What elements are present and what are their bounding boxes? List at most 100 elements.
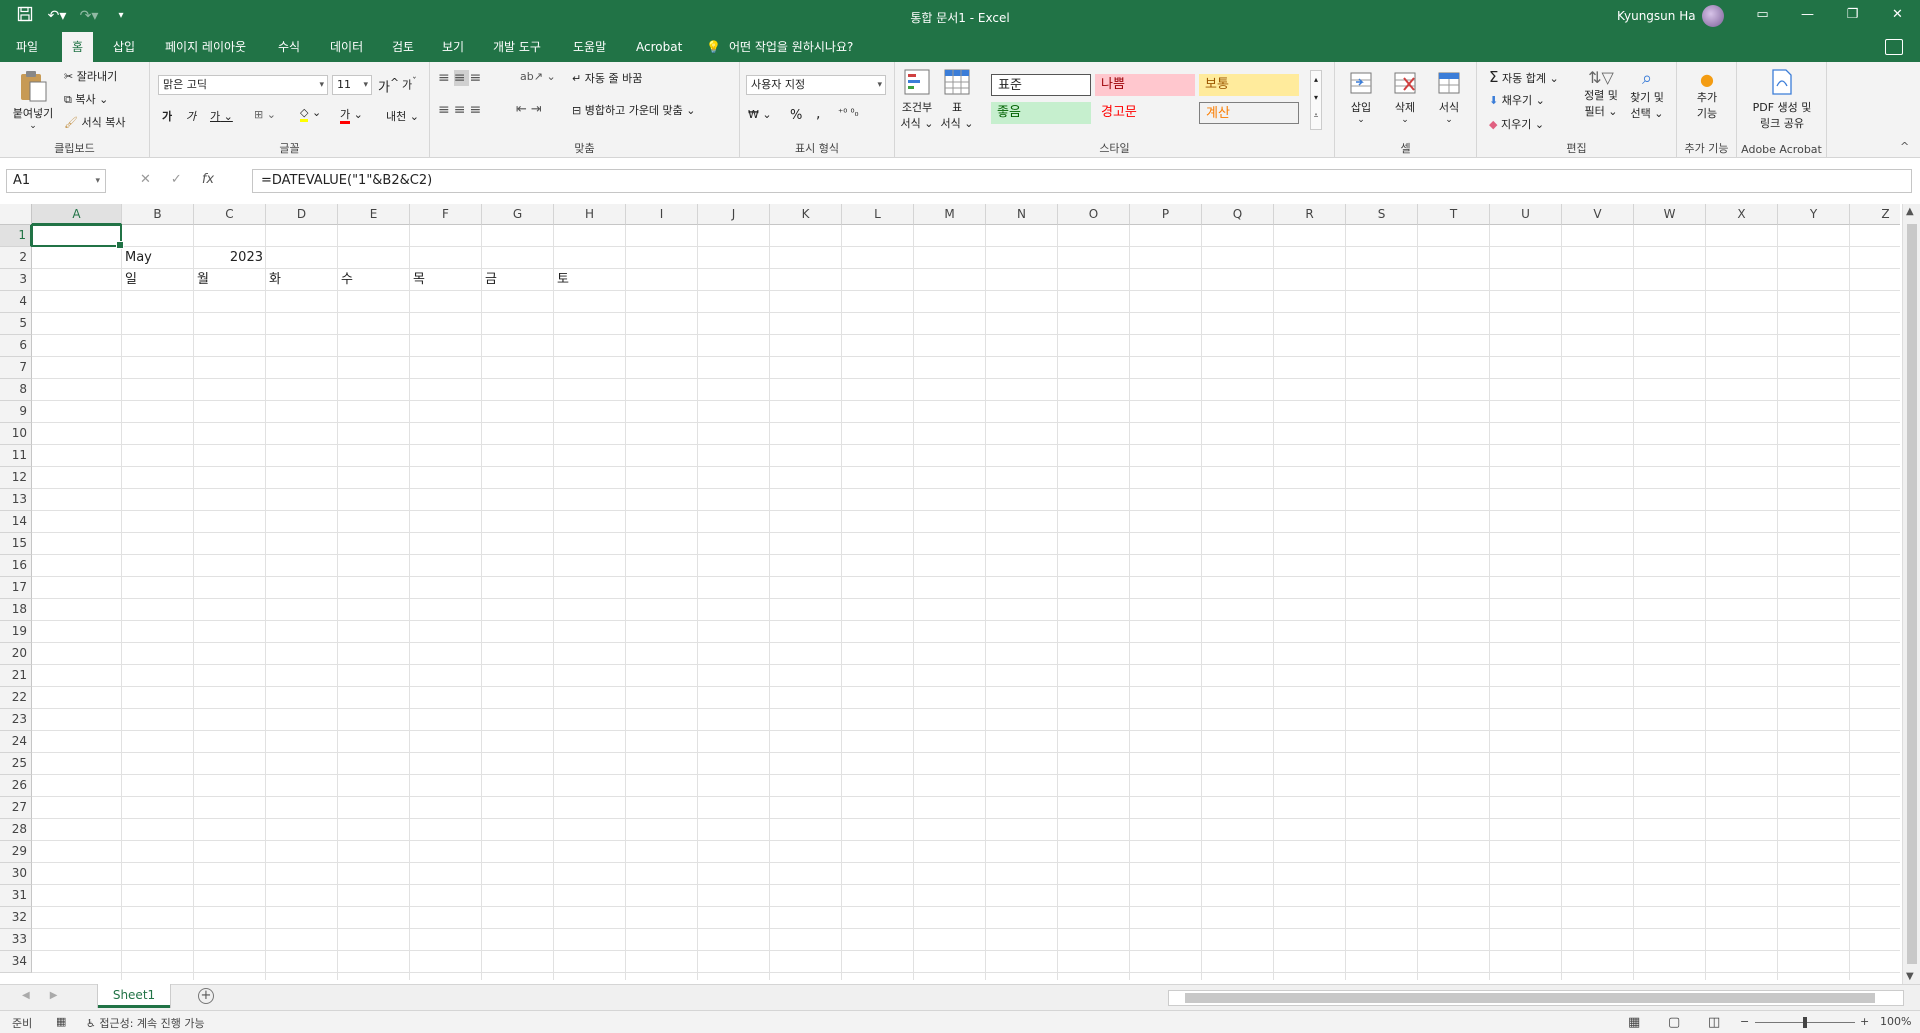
row-header[interactable]: 27 <box>0 797 32 819</box>
active-cell-selection[interactable] <box>31 224 124 249</box>
create-pdf-button[interactable]: PDF 생성 및 링크 공유 <box>1741 68 1823 131</box>
sort-filter-button[interactable]: ⇅▽ 정렬 및 필터 ⌄ <box>1581 68 1621 119</box>
tab-help[interactable]: 도움말 <box>563 32 616 62</box>
row-header[interactable]: 22 <box>0 687 32 709</box>
row-header[interactable]: 15 <box>0 533 32 555</box>
insert-function-icon[interactable]: fx <box>202 172 214 187</box>
row-header[interactable]: 17 <box>0 577 32 599</box>
column-header[interactable]: T <box>1418 204 1490 225</box>
row-header[interactable]: 6 <box>0 335 32 357</box>
font-color-button[interactable]: 가 ⌄ <box>340 106 363 124</box>
phonetic-button[interactable]: 내천 ⌄ <box>386 108 419 124</box>
fill-color-button[interactable]: ◇ ⌄ <box>300 106 321 122</box>
row-header[interactable]: 32 <box>0 907 32 929</box>
select-all-corner[interactable] <box>0 204 32 225</box>
zoom-slider[interactable] <box>1755 1017 1855 1028</box>
paste-button[interactable]: 붙여넣기 ⌄ <box>8 70 58 131</box>
cell-b2[interactable]: May <box>122 247 194 269</box>
copy-button[interactable]: ⧉ 복사 ⌄ <box>64 91 108 107</box>
sheet-nav-arrows[interactable]: ◀▶ <box>22 990 77 1001</box>
column-header[interactable]: E <box>338 204 410 225</box>
percent-button[interactable]: % <box>790 108 802 123</box>
tab-formulas[interactable]: 수식 <box>268 32 310 62</box>
addins-button[interactable]: ● 추가 기능 <box>1685 70 1729 121</box>
tell-me-search[interactable]: 💡 어떤 작업을 원하시나요? <box>706 32 853 62</box>
column-header[interactable]: X <box>1706 204 1778 225</box>
row-header[interactable]: 9 <box>0 401 32 423</box>
column-header[interactable]: Q <box>1202 204 1274 225</box>
row-header[interactable]: 34 <box>0 951 32 973</box>
column-header[interactable]: F <box>410 204 482 225</box>
row-header[interactable]: 24 <box>0 731 32 753</box>
cell-c2[interactable]: 2023 <box>194 247 266 269</box>
autosum-button[interactable]: Σ 자동 합계 ⌄ <box>1489 68 1559 86</box>
cell-g3[interactable]: 금 <box>482 269 554 291</box>
normal-view-icon[interactable]: ▦ <box>1628 1015 1640 1030</box>
tab-acrobat[interactable]: Acrobat <box>626 32 692 62</box>
style-neutral[interactable]: 보통 <box>1199 74 1299 96</box>
column-header[interactable]: G <box>482 204 554 225</box>
page-break-view-icon[interactable]: ◫ <box>1708 1015 1720 1030</box>
column-header[interactable]: B <box>122 204 194 225</box>
row-header[interactable]: 20 <box>0 643 32 665</box>
tab-view[interactable]: 보기 <box>432 32 474 62</box>
row-header[interactable]: 31 <box>0 885 32 907</box>
vertical-scrollbar[interactable]: ▲ ▼ <box>1902 204 1920 984</box>
scroll-down-icon[interactable]: ▼ <box>1906 971 1914 982</box>
row-header[interactable]: 14 <box>0 511 32 533</box>
vertical-align-buttons[interactable]: ≡≡≡ <box>438 70 485 86</box>
underline-button[interactable]: 가 ⌄ <box>210 108 233 124</box>
row-header[interactable]: 33 <box>0 929 32 951</box>
zoom-slider-knob[interactable] <box>1803 1017 1807 1028</box>
fill-button[interactable]: ⬇ 채우기 ⌄ <box>1489 92 1545 108</box>
row-header[interactable]: 12 <box>0 467 32 489</box>
column-header[interactable]: W <box>1634 204 1706 225</box>
row-header[interactable]: 18 <box>0 599 32 621</box>
row-header[interactable]: 11 <box>0 445 32 467</box>
column-header[interactable]: C <box>194 204 266 225</box>
row-header[interactable]: 30 <box>0 863 32 885</box>
macro-record-icon[interactable]: ▦ <box>56 1015 66 1028</box>
cell-h3[interactable]: 토 <box>554 269 626 291</box>
avatar[interactable] <box>1702 5 1724 27</box>
scroll-up-icon[interactable]: ▲ <box>1906 206 1914 217</box>
styles-gallery-scroll[interactable]: ▴ ▾ ⩡ <box>1310 70 1322 130</box>
style-good[interactable]: 좋음 <box>991 102 1091 124</box>
row-header[interactable]: 19 <box>0 621 32 643</box>
vertical-scroll-thumb[interactable] <box>1907 224 1917 964</box>
row-header[interactable]: 4 <box>0 291 32 313</box>
restore-button[interactable]: ❐ <box>1830 0 1875 32</box>
enter-icon[interactable]: ✓ <box>171 172 182 187</box>
zoom-out-icon[interactable]: − <box>1740 1015 1749 1028</box>
add-sheet-icon[interactable]: + <box>198 988 214 1004</box>
format-painter-button[interactable]: 🖌 서식 복사 <box>64 114 125 130</box>
cell-b3[interactable]: 일 <box>122 269 194 291</box>
collapse-ribbon-icon[interactable]: ^ <box>1900 140 1909 153</box>
accessibility-status[interactable]: ♿ 접근성: 계속 진행 가능 <box>86 1015 205 1031</box>
column-header[interactable]: L <box>842 204 914 225</box>
cell-f3[interactable]: 목 <box>410 269 482 291</box>
horizontal-align-buttons[interactable]: ≡≡≡ <box>438 102 485 118</box>
column-header[interactable]: D <box>266 204 338 225</box>
wrap-text-button[interactable]: ↵ 자동 줄 바꿈 <box>572 70 642 86</box>
column-header[interactable]: V <box>1562 204 1634 225</box>
conditional-formatting-button[interactable]: 조건부 서식 ⌄ <box>899 68 935 131</box>
name-box[interactable]: A1 <box>6 169 106 193</box>
font-size-combo[interactable]: 11 <box>332 75 372 95</box>
minimize-button[interactable]: — <box>1785 0 1830 32</box>
number-format-combo[interactable]: 사용자 지정 <box>746 75 886 95</box>
row-header[interactable]: 1 <box>0 225 32 247</box>
column-header[interactable]: P <box>1130 204 1202 225</box>
column-header[interactable]: Y <box>1778 204 1850 225</box>
row-header[interactable]: 28 <box>0 819 32 841</box>
column-header[interactable]: N <box>986 204 1058 225</box>
grow-font-button[interactable]: 가^ <box>378 76 399 95</box>
format-cells-button[interactable]: 서식 ⌄ <box>1431 70 1467 125</box>
column-header[interactable]: A <box>32 204 122 225</box>
clear-button[interactable]: ◆ 지우기 ⌄ <box>1489 116 1544 132</box>
column-header[interactable]: M <box>914 204 986 225</box>
find-select-button[interactable]: ⌕ 찾기 및 선택 ⌄ <box>1625 68 1669 121</box>
border-button[interactable]: ⊞ ⌄ <box>254 108 276 121</box>
row-header[interactable]: 7 <box>0 357 32 379</box>
comments-icon[interactable] <box>1885 39 1903 55</box>
